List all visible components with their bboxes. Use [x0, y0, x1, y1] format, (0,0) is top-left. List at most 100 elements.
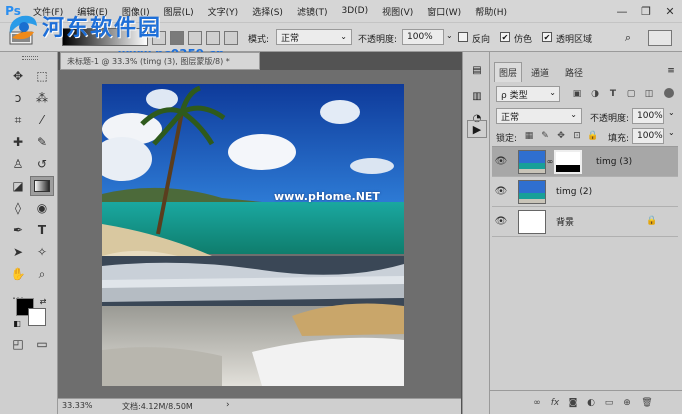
- lock-transparency-icon[interactable]: ▦: [522, 129, 536, 143]
- gradient-tool-button[interactable]: [30, 176, 54, 196]
- fill-arrow-icon[interactable]: ⌄: [668, 128, 675, 137]
- layer-opacity-arrow-icon[interactable]: ⌄: [668, 108, 675, 117]
- mask-icon[interactable]: ◙: [566, 396, 580, 410]
- watermark-title: 河东软件园: [42, 16, 163, 41]
- filter-smart-object-icon[interactable]: ◫: [642, 87, 656, 101]
- eye-icon[interactable]: 👁: [492, 207, 510, 237]
- eyedropper-tool-icon[interactable]: ⁄: [30, 110, 54, 130]
- lock-all-icon[interactable]: 🔒: [586, 129, 600, 143]
- layer-row[interactable]: 👁 ∞ timg (3): [492, 147, 678, 177]
- layer-row[interactable]: 👁 背景 🔒: [492, 207, 678, 237]
- search-icon[interactable]: ⌕: [620, 30, 636, 46]
- tab-layers[interactable]: 图层: [494, 62, 522, 82]
- layer-name[interactable]: 背景: [556, 215, 574, 228]
- filter-type-icon[interactable]: T: [606, 87, 620, 101]
- blur-tool-icon[interactable]: ◊: [6, 198, 30, 218]
- layer-mask-thumbnail[interactable]: [554, 149, 582, 174]
- eye-icon[interactable]: 👁: [492, 177, 510, 207]
- history-brush-tool-icon[interactable]: ↺: [30, 154, 54, 174]
- transparency-checkbox[interactable]: ✔: [542, 32, 552, 42]
- reverse-checkbox[interactable]: [458, 32, 468, 42]
- layer-row[interactable]: 👁 timg (2): [492, 177, 678, 207]
- path-select-tool-icon[interactable]: ➤: [6, 242, 30, 262]
- menu-view[interactable]: 视图(V): [375, 5, 420, 18]
- close-button[interactable]: ✕: [658, 0, 682, 22]
- filter-toggle-icon[interactable]: [664, 88, 674, 98]
- trash-icon[interactable]: 🗑: [640, 396, 654, 410]
- restore-button[interactable]: ❐: [634, 0, 658, 22]
- dither-checkbox[interactable]: ✔: [500, 32, 510, 42]
- opacity-value: 100%: [407, 32, 433, 42]
- layer-opacity-input[interactable]: 100%: [632, 108, 664, 124]
- shape-tool-icon[interactable]: ✧: [30, 242, 54, 262]
- group-icon[interactable]: ▭: [602, 396, 616, 410]
- toolbox: ✥ ⬚ ↄ ⁂ ⌗ ⁄ ✚ ✎ ♙ ↺ ◪ ◊ ◉ ✒ T ➤ ✧ ✋ ⌕ ⋯ …: [0, 52, 58, 414]
- fx-icon[interactable]: fx: [548, 396, 562, 410]
- link-icon[interactable]: ∞: [530, 396, 544, 410]
- menu-layer[interactable]: 图层(L): [157, 5, 201, 18]
- dodge-tool-icon[interactable]: ◉: [30, 198, 54, 218]
- clone-stamp-tool-icon[interactable]: ♙: [6, 154, 30, 174]
- panel-menu-icon[interactable]: ≡: [664, 64, 678, 78]
- menu-window[interactable]: 窗口(W): [420, 5, 468, 18]
- new-layer-icon[interactable]: ⊕: [620, 396, 634, 410]
- radial-gradient-button[interactable]: [170, 31, 184, 45]
- marquee-tool-icon[interactable]: ⬚: [30, 66, 54, 86]
- type-tool-icon[interactable]: T: [30, 220, 54, 240]
- layer-name[interactable]: timg (3): [596, 157, 632, 167]
- layer-thumbnail: [518, 179, 546, 204]
- layer-name[interactable]: timg (2): [556, 187, 592, 197]
- default-colors-icon[interactable]: ◧: [12, 318, 22, 328]
- properties-panel-icon[interactable]: ▥: [469, 88, 485, 104]
- tab-paths[interactable]: 路径: [560, 62, 588, 82]
- zoom-tool-icon[interactable]: ⌕: [30, 264, 54, 284]
- quick-select-tool-icon[interactable]: ⁂: [30, 88, 54, 108]
- healing-brush-tool-icon[interactable]: ✚: [6, 132, 30, 152]
- minimize-button[interactable]: —: [610, 0, 634, 22]
- document-tab[interactable]: 未标题-1 @ 33.3% (timg (3), 图层蒙版/8) *: [60, 52, 260, 70]
- move-tool-icon[interactable]: ✥: [6, 66, 30, 86]
- eraser-tool-icon[interactable]: ◪: [6, 176, 30, 196]
- reverse-label: 反向: [472, 35, 491, 45]
- eye-icon[interactable]: 👁: [492, 147, 510, 177]
- filter-shape-icon[interactable]: ▢: [624, 87, 638, 101]
- mode-dropdown[interactable]: 正常 ⌄: [276, 29, 352, 45]
- adjustment-icon[interactable]: ◐: [584, 396, 598, 410]
- opacity-arrow-icon[interactable]: ⌄: [446, 31, 453, 40]
- lock-pixels-icon[interactable]: ✎: [538, 129, 552, 143]
- blend-mode-dropdown[interactable]: 正常 ⌄: [496, 108, 582, 124]
- lock-artboard-icon[interactable]: ⊡: [570, 129, 584, 143]
- tab-channels[interactable]: 通道: [526, 62, 554, 82]
- filter-pixel-icon[interactable]: ▣: [570, 87, 584, 101]
- screen-mode-icon[interactable]: ▭: [30, 334, 54, 354]
- lock-position-icon[interactable]: ✥: [554, 129, 568, 143]
- menu-select[interactable]: 选择(S): [245, 5, 290, 18]
- chain-link-icon[interactable]: ∞: [546, 157, 554, 166]
- fill-input[interactable]: 100%: [632, 128, 664, 144]
- workspace-dropdown[interactable]: [648, 30, 672, 46]
- crop-tool-icon[interactable]: ⌗: [6, 110, 30, 130]
- filter-adjustment-icon[interactable]: ◑: [588, 87, 602, 101]
- menu-3d[interactable]: 3D(D): [334, 6, 375, 16]
- diamond-gradient-button[interactable]: [224, 31, 238, 45]
- menu-filter[interactable]: 滤镜(T): [290, 5, 335, 18]
- zoom-level[interactable]: 33.33%: [62, 401, 93, 410]
- menu-type[interactable]: 文字(Y): [201, 5, 246, 18]
- menu-help[interactable]: 帮助(H): [468, 5, 514, 18]
- background-color-swatch[interactable]: [28, 308, 46, 326]
- status-menu-arrow-icon[interactable]: ›: [226, 400, 230, 410]
- toolbox-grip[interactable]: [22, 56, 38, 60]
- pen-tool-icon[interactable]: ✒: [6, 220, 30, 240]
- hand-tool-icon[interactable]: ✋: [6, 264, 30, 284]
- actions-panel-icon[interactable]: ▶: [467, 120, 487, 138]
- brush-tool-icon[interactable]: ✎: [30, 132, 54, 152]
- opacity-input[interactable]: 100%: [402, 29, 444, 45]
- layer-filter-dropdown[interactable]: ρ 类型 ⌄: [496, 86, 560, 102]
- angle-gradient-button[interactable]: [188, 31, 202, 45]
- reflected-gradient-button[interactable]: [206, 31, 220, 45]
- layer-opacity-value: 100%: [637, 111, 663, 121]
- history-panel-icon[interactable]: ▤: [469, 62, 485, 78]
- lasso-tool-icon[interactable]: ↄ: [6, 88, 30, 108]
- quick-mask-icon[interactable]: ◰: [6, 334, 30, 354]
- swap-colors-icon[interactable]: ⇄: [38, 296, 48, 306]
